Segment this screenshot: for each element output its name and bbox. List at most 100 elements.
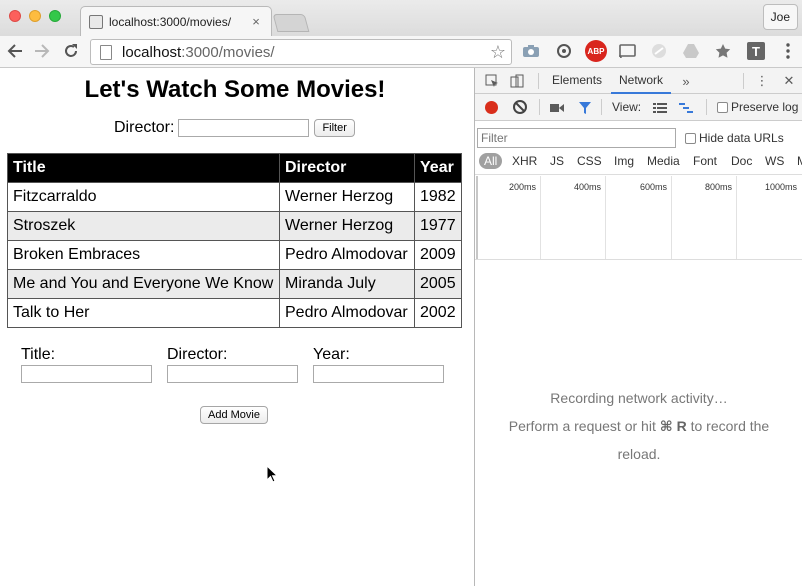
tab-network[interactable]: Network	[611, 68, 672, 94]
director-filter-form: Director: Filter	[114, 119, 355, 137]
camera-extension-icon[interactable]	[520, 40, 542, 62]
timeline-gridline	[540, 176, 541, 259]
sync-extension-icon[interactable]	[553, 40, 575, 62]
empty-message-line: reload.	[617, 446, 661, 462]
page-favicon-icon	[89, 14, 103, 29]
column-header-title: Title	[7, 153, 280, 183]
table-row: Broken Embraces Pedro Almodovar 2009	[7, 240, 462, 270]
favorite-star-icon[interactable]	[712, 40, 734, 62]
drive-extension-icon[interactable]	[680, 40, 702, 62]
preserve-log-label: Preserve log	[731, 100, 799, 114]
filter-funnel-icon[interactable]	[577, 100, 593, 116]
movie-director-cell: Miranda July	[279, 269, 415, 299]
t-extension-icon[interactable]: T	[747, 42, 765, 60]
add-year-input[interactable]	[313, 365, 444, 383]
reload-shortcut: ⌘ R	[659, 418, 687, 434]
type-filter-doc[interactable]: Doc	[731, 154, 752, 168]
back-arrow-icon	[7, 44, 22, 58]
movie-director-cell: Pedro Almodovar	[279, 240, 415, 270]
page-viewport: Let's Watch Some Movies! Director: Filte…	[0, 68, 474, 586]
movie-director-cell: Pedro Almodovar	[279, 298, 415, 328]
device-toolbar-icon[interactable]	[509, 73, 525, 89]
toolbar-divider	[743, 73, 744, 89]
forward-button[interactable]	[30, 39, 54, 63]
back-button[interactable]	[3, 39, 27, 63]
type-filter-font[interactable]: Font	[693, 154, 717, 168]
inspect-element-icon[interactable]	[484, 73, 500, 89]
movie-year-cell: 2002	[414, 298, 462, 328]
reload-button[interactable]	[59, 39, 83, 63]
url-text: localhost:3000/movies/	[122, 44, 490, 61]
type-filter-all[interactable]: All	[479, 153, 503, 169]
more-tabs-icon[interactable]: »	[678, 73, 694, 89]
column-header-year: Year	[414, 153, 462, 183]
browser-tab[interactable]: localhost:3000/movies/ ×	[80, 6, 272, 36]
add-year-field: Year:	[313, 346, 444, 383]
url-host: localhost	[122, 43, 182, 61]
forward-arrow-icon	[35, 44, 50, 58]
browser-toolbar: localhost:3000/movies/ ☆ ABP T	[0, 36, 802, 68]
profile-button[interactable]: Joe	[762, 4, 798, 30]
type-filter-css[interactable]: CSS	[577, 154, 602, 168]
network-filter-input[interactable]	[477, 128, 676, 148]
chrome-menu-icon[interactable]	[777, 40, 799, 62]
url-path: :3000/movies/	[181, 43, 275, 61]
hide-data-urls-option[interactable]: Hide data URLs	[685, 131, 784, 145]
preserve-log-option[interactable]: Preserve log	[717, 100, 798, 114]
waterfall-view-icon[interactable]	[678, 100, 694, 116]
toolbar-divider	[539, 99, 540, 115]
type-filter-media[interactable]: Media	[647, 154, 680, 168]
list-view-icon[interactable]	[652, 100, 668, 116]
add-year-label: Year:	[313, 346, 350, 363]
circle-extension-icon[interactable]	[648, 40, 670, 62]
type-filter-xhr[interactable]: XHR	[512, 154, 537, 168]
minimize-window-button[interactable]	[29, 10, 41, 22]
movie-year-cell: 1982	[414, 182, 462, 212]
adblock-plus-icon[interactable]: ABP	[585, 40, 607, 62]
new-tab-button[interactable]	[272, 14, 310, 32]
cast-icon[interactable]	[616, 40, 638, 62]
bookmark-star-icon[interactable]: ☆	[490, 42, 506, 63]
add-title-label: Title:	[21, 346, 56, 363]
network-empty-message: Recording network activity… Perform a re…	[475, 384, 802, 468]
add-director-label: Director:	[167, 346, 228, 363]
timeline-tick-label: 800ms	[705, 182, 733, 192]
hide-data-urls-checkbox[interactable]	[685, 132, 696, 144]
add-director-input[interactable]	[167, 365, 298, 383]
mouse-cursor-icon	[266, 465, 278, 483]
toolbar-divider	[538, 73, 539, 89]
tab-elements[interactable]: Elements	[552, 68, 602, 94]
tab-title: localhost:3000/movies/	[109, 14, 232, 29]
close-window-button[interactable]	[9, 10, 21, 22]
filter-director-input[interactable]	[178, 119, 310, 137]
network-toolbar: View: Preserve log	[475, 94, 802, 121]
timeline-tick-label: 400ms	[574, 182, 602, 192]
capture-screenshots-icon[interactable]	[549, 100, 565, 116]
address-bar[interactable]: localhost:3000/movies/ ☆	[90, 39, 512, 65]
type-filter-img[interactable]: Img	[614, 154, 634, 168]
tab-close-icon[interactable]: ×	[249, 14, 263, 29]
table-row: Fitzcarraldo Werner Herzog 1982	[7, 182, 462, 212]
filter-button[interactable]: Filter	[314, 119, 355, 137]
type-filter-more[interactable]: M	[797, 154, 802, 168]
network-filter-bar: Hide data URLs	[475, 121, 802, 150]
page-title: Let's Watch Some Movies!	[84, 76, 386, 103]
movie-title-cell: Broken Embraces	[7, 240, 280, 270]
clear-icon[interactable]	[513, 100, 527, 114]
movie-director-cell: Werner Herzog	[279, 211, 415, 241]
devtools-panel: Elements Network » ⋮ ✕ View: Preserve lo…	[474, 68, 802, 586]
add-movie-button[interactable]: Add Movie	[200, 406, 268, 424]
movie-director-cell: Werner Herzog	[279, 182, 415, 212]
type-filter-ws[interactable]: WS	[765, 154, 784, 168]
preserve-log-checkbox[interactable]	[717, 101, 728, 113]
type-filter-js[interactable]: JS	[550, 154, 564, 168]
add-title-input[interactable]	[21, 365, 152, 383]
devtools-close-icon[interactable]: ✕	[781, 73, 797, 89]
record-icon[interactable]	[485, 101, 498, 114]
hide-data-urls-label: Hide data URLs	[699, 131, 784, 145]
movie-year-cell: 2009	[414, 240, 462, 270]
devtools-menu-icon[interactable]: ⋮	[754, 73, 770, 89]
zoom-window-button[interactable]	[49, 10, 61, 22]
toolbar-divider	[706, 99, 707, 115]
movie-year-cell: 1977	[414, 211, 462, 241]
